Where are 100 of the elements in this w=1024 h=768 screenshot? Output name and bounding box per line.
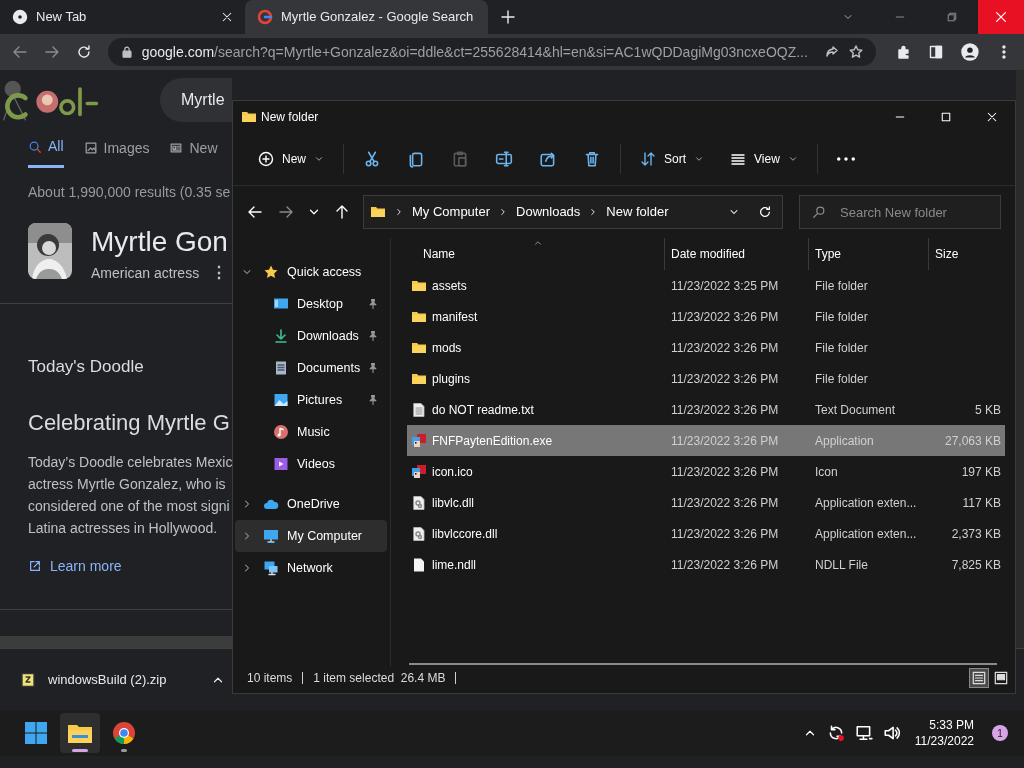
nav-item[interactable]: OneDrive [235,488,387,521]
paste-icon [451,150,469,169]
file-row[interactable]: libvlc.dll 11/23/2022 3:26 PM Application exten... 117 KB [407,487,1005,519]
reload-icon[interactable] [75,44,92,60]
doodle-title: Celebrating Myrtle G [27,408,230,437]
file-icon [411,556,427,573]
nav-item[interactable]: Documents [235,352,387,385]
nav-item[interactable]: Music [235,416,387,449]
search-field[interactable]: Myrtle [160,78,232,122]
item-count: 10 items [247,670,293,688]
result-tab[interactable]: New [169,138,218,168]
file-name-cell: libvlccore.dll [407,524,664,543]
nav-item[interactable]: My Computer [235,520,387,553]
sort-button[interactable]: Sort [630,141,715,178]
zip-file-icon [20,671,36,688]
paragraph-line: actress Myrtle Gonzalez, who is [28,474,226,494]
newspaper-icon [169,141,184,155]
nav-item[interactable]: Desktop [235,288,387,321]
computer-icon [263,528,279,545]
paragraph-line: considered one of the most signi [28,496,230,516]
details-view-button[interactable] [969,668,989,689]
bookmark-star-icon[interactable] [848,44,865,60]
paragraph-line: Latina actresses in Hollywood. [28,518,218,538]
sort-icon [640,151,656,168]
breadcrumb-item[interactable]: My Computer [412,202,491,222]
share-icon [539,150,557,169]
chrome-icon[interactable] [112,721,136,745]
file-row[interactable]: mods 11/23/2022 3:26 PM File folder [407,332,1005,364]
result-tab[interactable]: Images [83,138,150,168]
date-cell-text: 11/23/2022 3:26 PM [670,494,780,512]
profile-icon[interactable] [960,42,981,62]
more-icon [836,157,855,162]
breadcrumb-item[interactable]: New folder [606,202,669,222]
forward-icon[interactable] [43,44,60,60]
entity-subtitle: American actress [91,263,200,283]
picture-icon [273,392,289,409]
nav-item[interactable]: Pictures [235,384,387,417]
video-icon [273,456,289,473]
file-name-cell: mods [407,338,664,357]
more-button[interactable]: ⋮ [211,261,228,285]
date-cell-text: 11/23/2022 3:26 PM [670,339,780,357]
learn-more-link[interactable]: Learn more [0,555,122,577]
cut-icon [363,150,381,169]
download-item[interactable]: windowsBuild (2).zip [20,659,225,700]
document-icon [273,360,289,377]
file-row[interactable]: icon.ico 11/23/2022 3:26 PM Icon 197 KB [407,456,1005,488]
column-header[interactable]: Size [928,238,1005,271]
horizontal-scrollbar[interactable] [0,636,232,648]
type-cell-text: File folder [814,339,869,357]
file-row[interactable]: manifest 11/23/2022 3:26 PM File folder [407,301,1005,333]
up-icon[interactable] [334,204,350,221]
file-row[interactable]: plugins 11/23/2022 3:26 PM File folder [407,363,1005,395]
file-name-cell: lime.ndll [407,555,664,574]
address-bar[interactable]: google.com/search?q=Myrtle+Gonzalez&oi=ddle&ct=255628414&hl=en&si=AC1wQDDagiMg03ncxeOQZ... [107,38,877,66]
close-tab-icon[interactable] [221,11,233,23]
column-header[interactable]: Date modified [664,238,808,271]
maximize-icon[interactable] [940,110,952,123]
breadcrumb-item[interactable]: Downloads [516,202,581,222]
refresh-icon[interactable] [758,205,772,220]
nav-item[interactable]: Videos [235,448,387,481]
download-icon [273,328,289,345]
horizontal-scrollbar[interactable] [409,663,997,666]
result-tab[interactable]: All [28,138,64,168]
new-tab-icon[interactable] [500,9,516,25]
volume-icon[interactable] [882,724,901,742]
type-cell-text: Application exten... [814,494,918,512]
clock[interactable]: 5:33 PM 11/23/2022 [914,717,974,749]
nav-item[interactable]: Downloads [235,320,387,353]
browser-tab[interactable]: Myrtle Gonzalez - Google Search [245,0,488,34]
file-row[interactable]: lime.ndll 11/23/2022 3:26 PM NDLL File 7,825 KB [407,549,1005,581]
address-bar[interactable]: My Computer Downloads New folder [363,195,783,230]
file-row[interactable]: libvlccore.dll 11/23/2022 3:26 PM Application exten... 2,373 KB [407,518,1005,550]
image-icon [83,141,98,155]
file-row[interactable]: do NOT readme.txt 11/23/2022 3:26 PM Text Document 5 KB [407,394,1005,426]
side-panel-icon[interactable] [928,44,945,60]
close-icon [994,10,1008,24]
copy-icon [407,150,425,169]
type-cell-text: NDLL File [814,556,869,574]
restore-icon[interactable] [946,11,958,23]
size-cell-text: 197 KB [960,463,1002,481]
taskbar-button[interactable] [60,713,100,753]
search-field[interactable]: Search New folder [799,195,1001,230]
network-icon[interactable] [854,724,873,742]
vertical-scrollbar[interactable] [1016,70,1024,648]
close-icon[interactable] [986,110,998,123]
view-button[interactable]: View [720,141,808,178]
new-button[interactable]: New [248,141,334,178]
column-header[interactable]: Name [407,238,664,271]
google-icon [257,9,273,25]
size-cell-text: 27,063 KB [943,432,1002,450]
result-stats: About 1,990,000 results (0.35 se [27,183,231,202]
notification-badge[interactable]: 1 [992,725,1008,741]
file-row[interactable]: FNFPaytenEdition.exe 11/23/2022 3:26 PM Application 27,063 KB [407,425,1005,457]
file-row[interactable]: assets 11/23/2022 3:25 PM File folder [407,270,1005,302]
selection-info: 1 item selected 26.4 MB [313,670,446,688]
column-header[interactable]: Type [808,238,928,271]
nav-item[interactable]: Network [235,552,387,585]
windows-logo-icon[interactable] [24,721,48,745]
search-icon [812,205,826,220]
nav-item[interactable]: Quick access [235,256,387,289]
